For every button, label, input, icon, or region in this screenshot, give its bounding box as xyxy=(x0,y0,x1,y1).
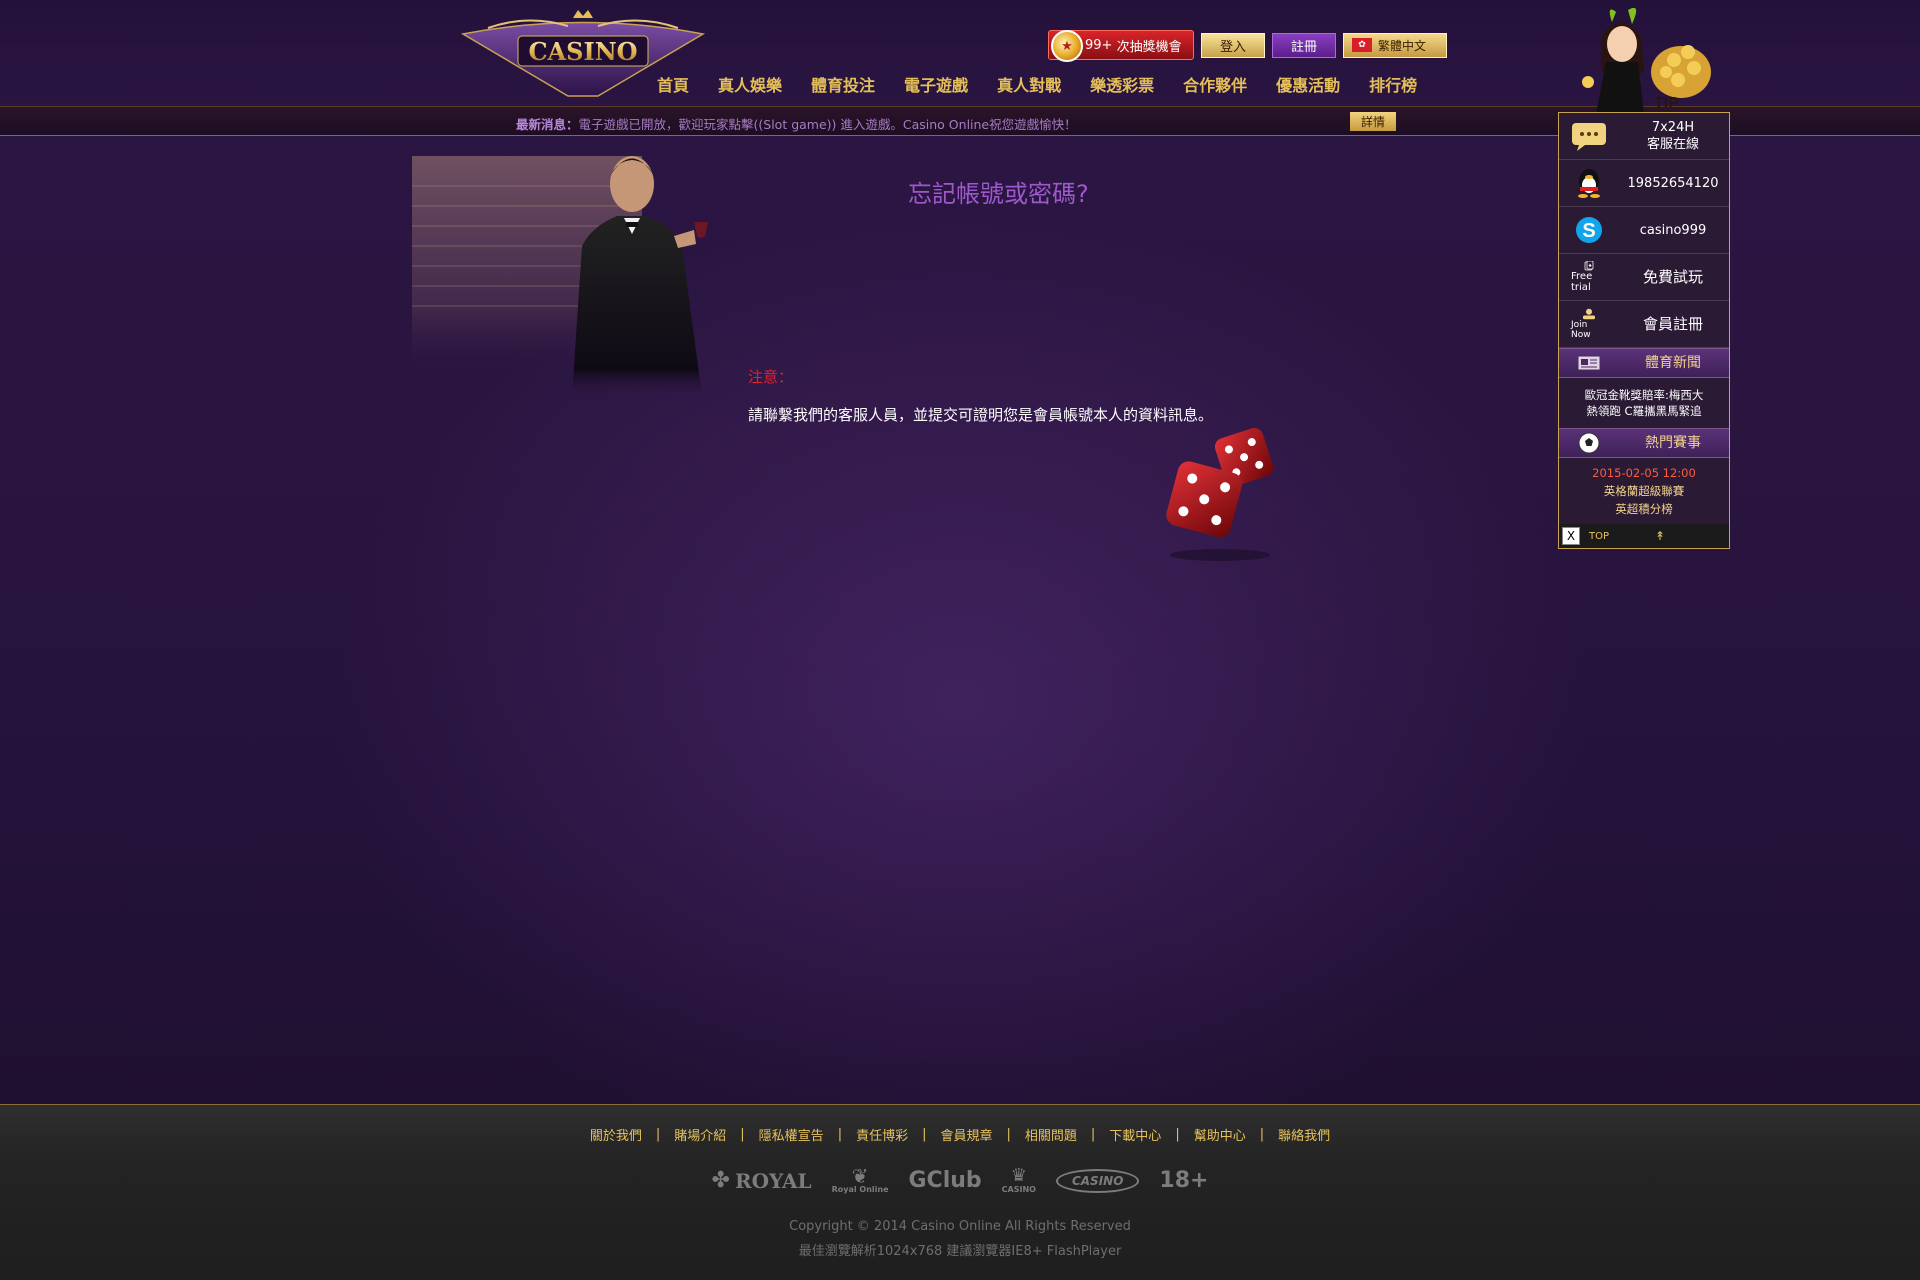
lottery-label: 次抽獎機會 xyxy=(1116,39,1182,55)
free-trial-icon-label: Free trial xyxy=(1571,271,1593,293)
copyright-text: Copyright © 2014 Casino Online All Right… xyxy=(789,1219,1131,1234)
logo-text: CASINO xyxy=(528,37,637,66)
footer-links: 關於我們 | 賭場介紹 | 隱私權宣告 | 責任博彩 | 會員規章 | 相關問題 | 下載中… xyxy=(0,1125,1920,1144)
footer-link-help[interactable]: 幫助中心 xyxy=(1180,1125,1260,1144)
skype-icon: S xyxy=(1571,214,1607,246)
sp-qq-number: 19852654120 xyxy=(1627,175,1719,191)
join-now-icon: Join Now xyxy=(1571,308,1607,340)
sp-match-league: 英格蘭超級聯賽 xyxy=(1603,484,1685,498)
notice-text: 請聯繫我們的客服人員，並提交可證明您是會員帳號本人的資料訊息。 xyxy=(748,406,1214,424)
tip-mascot-image: TIP xyxy=(1582,7,1711,114)
sp-free-trial-label: 免費試玩 xyxy=(1642,267,1703,286)
footer-link-member-rules[interactable]: 會員規章 xyxy=(926,1125,1006,1144)
sp-match-name: 英超積分榜 xyxy=(1615,502,1673,516)
footer-link-privacy[interactable]: 隱私權宣告 xyxy=(745,1125,838,1144)
free-trial-icon: ♠ Free trial xyxy=(1571,261,1607,293)
sp-service-line1: 7x24H xyxy=(1651,120,1695,135)
login-button[interactable]: 登入 xyxy=(1201,32,1265,58)
footer-link-faq[interactable]: 相關問題 xyxy=(1011,1125,1091,1144)
partner-casino-logo: ♛ CASINO xyxy=(1001,1165,1036,1195)
sp-sports-news-title: 體育新聞 xyxy=(1645,354,1701,371)
partner-royal-online-logo: ❦ Royal Online xyxy=(831,1164,889,1194)
sp-service-line2: 客服在線 xyxy=(1646,137,1699,152)
language-selector[interactable]: ✿ 繁體中文 xyxy=(1343,32,1447,58)
sp-hot-match-item[interactable]: 2015-02-05 12:00 英格蘭超級聯賽 英超積分榜 xyxy=(1559,458,1729,524)
sp-service-text: 7x24H 客服在線 xyxy=(1619,119,1727,153)
join-icon-label: Join Now xyxy=(1571,320,1591,340)
nav-slot-games[interactable]: 電子遊戲 xyxy=(904,72,968,96)
partner-logos: ✤ ROYAL ❦ Royal Online GClub ♛ CASINO CASIN… xyxy=(0,1164,1920,1195)
tip-label: TIP xyxy=(1654,95,1679,112)
news-label: 最新消息： xyxy=(516,117,579,132)
news-ticker: 最新消息：電子遊戲已開放，歡迎玩家點擊((Slot game)) 進入遊戲。Ca… xyxy=(516,114,1077,133)
nav-home[interactable]: 首頁 xyxy=(657,72,689,96)
nav-live-casino[interactable]: 真人娛樂 xyxy=(718,72,782,96)
lottery-count: 99+ xyxy=(1085,37,1113,53)
partner-gclub-logo: GClub xyxy=(908,1168,982,1193)
footer-link-contact[interactable]: 聯絡我們 xyxy=(1264,1125,1344,1144)
sp-news-line2: 熱領跑 C羅攜黑馬緊追 xyxy=(1586,404,1702,418)
age-restriction-badge: 18+ xyxy=(1159,1168,1209,1193)
footer-link-about[interactable]: 關於我們 xyxy=(576,1125,656,1144)
sp-news-line1: 歐冠金靴獎賠率:梅西大 xyxy=(1584,388,1704,402)
news-detail-button[interactable]: 詳情 xyxy=(1350,112,1396,131)
sp-bottom-bar: X TOP ↟ xyxy=(1559,524,1729,548)
sp-skype[interactable]: S casino999 xyxy=(1559,207,1729,254)
sp-join-label: 會員註冊 xyxy=(1642,314,1703,333)
side-panel: 7x24H 客服在線 19852654120 S casino999 ♠ Fre… xyxy=(1558,112,1730,549)
footer-link-responsible-gaming[interactable]: 責任博彩 xyxy=(842,1125,922,1144)
lottery-chances-button[interactable]: ★ 99+ 次抽獎機會 xyxy=(1048,30,1194,62)
coin-icon: ★ xyxy=(1051,30,1083,62)
top-actions: ★ 99+ 次抽獎機會 登入 註冊 ✿ 繁體中文 xyxy=(1048,30,1447,62)
up-arrow-icon[interactable]: ↟ xyxy=(1655,529,1665,543)
main-nav: 首頁 真人娛樂 體育投注 電子遊戲 真人對戰 樂透彩票 合作夥伴 優惠活動 排行… xyxy=(657,72,1446,96)
nav-partners[interactable]: 合作夥伴 xyxy=(1183,72,1247,96)
nav-leaderboard[interactable]: 排行榜 xyxy=(1369,72,1417,96)
sp-hot-match-header[interactable]: 熱門賽事 xyxy=(1559,428,1729,458)
sp-hot-match-title: 熱門賽事 xyxy=(1645,434,1701,451)
partner-casino-wing-logo: CASINO xyxy=(1055,1168,1140,1193)
browser-recommendation: 最佳瀏覽解析1024x768 建議瀏覽器IE8+ FlashPlayer xyxy=(798,1244,1122,1259)
dice-image xyxy=(1166,427,1274,561)
qq-penguin-icon xyxy=(1571,167,1607,199)
footer: 關於我們 | 賭場介紹 | 隱私權宣告 | 責任博彩 | 會員規章 | 相關問題 | 下載中… xyxy=(0,1104,1920,1280)
page-title: 忘記帳號或密碼? xyxy=(908,180,1089,208)
nav-sports-betting[interactable]: 體育投注 xyxy=(811,72,875,96)
partner-royal-logo: ✤ ROYAL xyxy=(711,1168,812,1193)
hero-image xyxy=(412,156,708,396)
nav-lottery[interactable]: 樂透彩票 xyxy=(1090,72,1154,96)
footer-link-casino-intro[interactable]: 賭場介紹 xyxy=(660,1125,740,1144)
sp-match-time: 2015-02-05 12:00 xyxy=(1592,466,1696,480)
newspaper-icon xyxy=(1571,347,1607,379)
soccer-ball-icon xyxy=(1571,427,1607,459)
sp-qq[interactable]: 19852654120 xyxy=(1559,160,1729,207)
hk-flag-icon: ✿ xyxy=(1352,38,1372,52)
back-to-top-button[interactable]: TOP xyxy=(1589,531,1609,542)
notice-label: 注意： xyxy=(748,368,794,386)
sp-skype-id: casino999 xyxy=(1639,222,1707,238)
news-message: 電子遊戲已開放，歡迎玩家點擊((Slot game)) 進入遊戲。Casino … xyxy=(578,117,1077,132)
nav-promotions[interactable]: 優惠活動 xyxy=(1276,72,1340,96)
chat-bubble-icon xyxy=(1571,120,1607,152)
close-icon[interactable]: X xyxy=(1562,527,1580,545)
sp-join[interactable]: Join Now 會員註冊 xyxy=(1559,301,1729,348)
sp-sports-news-header[interactable]: 體育新聞 xyxy=(1559,348,1729,378)
footer-link-downloads[interactable]: 下載中心 xyxy=(1095,1125,1175,1144)
sp-free-trial[interactable]: ♠ Free trial 免費試玩 xyxy=(1559,254,1729,301)
nav-live-battle[interactable]: 真人對戰 xyxy=(997,72,1061,96)
language-label: 繁體中文 xyxy=(1378,38,1427,53)
sp-customer-service[interactable]: 7x24H 客服在線 xyxy=(1559,113,1729,160)
sp-sports-news-item[interactable]: 歐冠金靴獎賠率:梅西大 熱領跑 C羅攜黑馬緊追 xyxy=(1559,378,1729,428)
svg-text:♠: ♠ xyxy=(1588,263,1592,269)
svg-text:S: S xyxy=(1582,220,1595,242)
register-button[interactable]: 註冊 xyxy=(1272,32,1336,58)
